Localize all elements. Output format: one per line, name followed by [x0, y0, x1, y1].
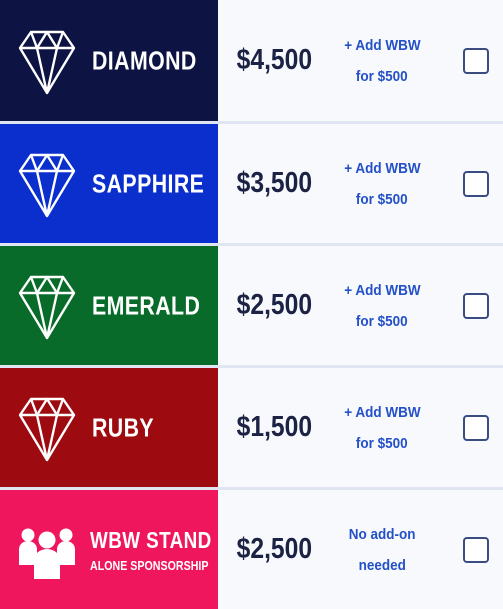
- price-value: $1,500: [236, 411, 312, 443]
- tier-cell: WBW STAND ALONE SPONSORSHIP: [0, 490, 218, 609]
- tier-name: EMERALD: [92, 290, 201, 320]
- sponsorship-table: DIAMOND $4,500 + Add WBW for $500 SAPPHI…: [0, 0, 503, 609]
- addon-text-line1: + Add WBW: [343, 159, 421, 177]
- people-icon: [19, 528, 75, 579]
- select-diamond-checkbox[interactable]: [463, 47, 489, 74]
- addon-cell: + Add WBW for $500: [330, 246, 434, 365]
- addon-text-line1: + Add WBW: [343, 36, 421, 54]
- addon-cell: + Add WBW for $500: [330, 368, 434, 487]
- price-value: $2,500: [236, 289, 312, 321]
- sponsorship-row-ruby: RUBY $1,500 + Add WBW for $500: [0, 368, 503, 487]
- addon-text-line2: for $500: [356, 67, 408, 85]
- addon-text-line1: No add-on: [348, 525, 416, 543]
- price-cell: $1,500: [218, 368, 330, 487]
- tier-cell: RUBY: [0, 368, 218, 487]
- price-cell: $2,500: [218, 490, 330, 609]
- price-cell: $3,500: [218, 124, 330, 243]
- diamond-icon: [18, 397, 76, 461]
- addon-text-line2: for $500: [356, 312, 408, 330]
- tier-name-stack: WBW STAND ALONE SPONSORSHIP: [90, 527, 212, 573]
- select-cell: [434, 246, 503, 365]
- price-value: $4,500: [236, 44, 312, 76]
- select-wbw-stand-alone-checkbox[interactable]: [463, 536, 489, 563]
- select-cell: [434, 368, 503, 487]
- addon-text-line2: for $500: [356, 434, 408, 452]
- sponsorship-row-emerald: EMERALD $2,500 + Add WBW for $500: [0, 246, 503, 365]
- tier-subname: ALONE SPONSORSHIP: [90, 557, 209, 573]
- select-cell: [434, 124, 503, 243]
- price-value: $2,500: [236, 533, 312, 565]
- sponsorship-row-diamond: DIAMOND $4,500 + Add WBW for $500: [0, 0, 503, 121]
- tier-cell: EMERALD: [0, 246, 218, 365]
- tier-cell: SAPPHIRE: [0, 124, 218, 243]
- diamond-icon: [18, 153, 76, 217]
- tier-name: DIAMOND: [92, 45, 197, 75]
- price-cell: $2,500: [218, 246, 330, 365]
- addon-cell: + Add WBW for $500: [330, 124, 434, 243]
- addon-text-line1: + Add WBW: [343, 281, 421, 299]
- addon-cell: No add-on needed: [330, 490, 434, 609]
- addon-cell: + Add WBW for $500: [330, 0, 434, 121]
- sponsorship-row-sapphire: SAPPHIRE $3,500 + Add WBW for $500: [0, 124, 503, 243]
- addon-text-line2: for $500: [356, 190, 408, 208]
- diamond-icon: [18, 275, 76, 339]
- sponsorship-row-wbw-stand-alone: WBW STAND ALONE SPONSORSHIP $2,500 No ad…: [0, 490, 503, 609]
- diamond-icon: [18, 30, 76, 94]
- tier-name: SAPPHIRE: [92, 168, 205, 198]
- select-cell: [434, 0, 503, 121]
- select-ruby-checkbox[interactable]: [463, 414, 489, 441]
- select-emerald-checkbox[interactable]: [463, 292, 489, 319]
- select-sapphire-checkbox[interactable]: [463, 170, 489, 197]
- price-cell: $4,500: [218, 0, 330, 121]
- select-cell: [434, 490, 503, 609]
- addon-text-line1: + Add WBW: [343, 403, 421, 421]
- tier-name: RUBY: [92, 412, 155, 442]
- price-value: $3,500: [236, 167, 312, 199]
- tier-cell: DIAMOND: [0, 0, 218, 121]
- tier-name: WBW STAND: [90, 526, 212, 553]
- addon-text-line2: needed: [358, 556, 406, 574]
